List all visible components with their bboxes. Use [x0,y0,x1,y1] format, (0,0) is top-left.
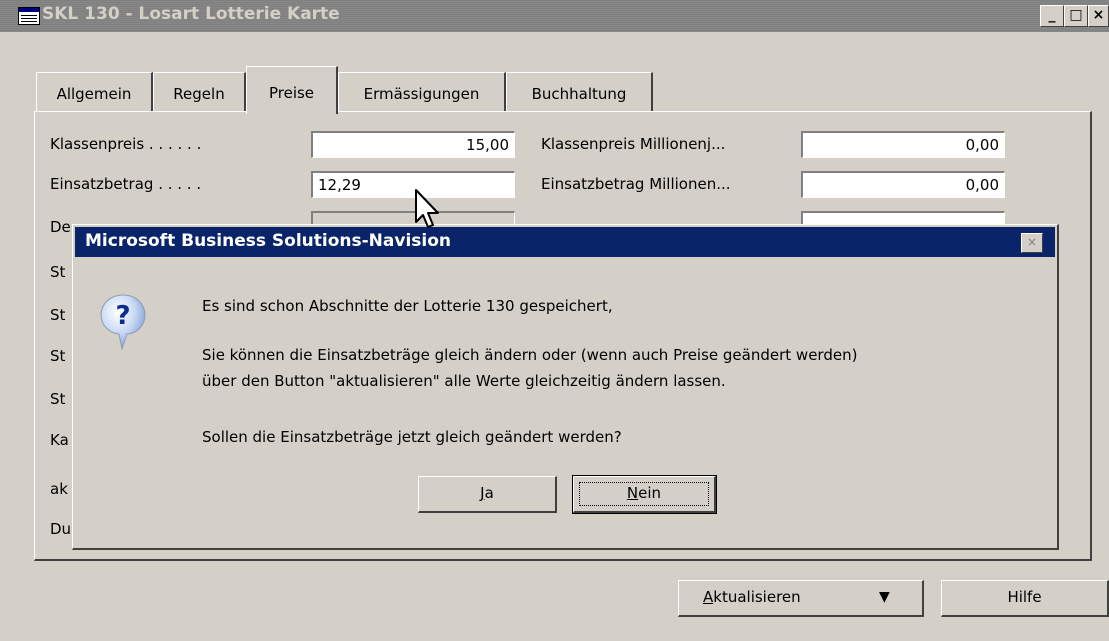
maximize-button[interactable]: □ [1064,5,1088,27]
aktualisieren-button[interactable]: Aktualisieren ▼ [678,580,924,617]
close-button[interactable]: × [1088,5,1109,27]
tab-buchhaltung[interactable]: Buchhaltung [506,72,653,112]
tab-regeln[interactable]: Regeln [153,72,246,112]
klassenpreis-field[interactable]: 15,00 [311,131,515,158]
hilfe-button[interactable]: Hilfe [941,580,1109,617]
yes-label: Ja [480,484,494,502]
close-icon: × [1026,235,1038,249]
dropdown-arrow-icon: ▼ [879,589,890,605]
dialog-message-line: Sie können die Einsatzbeträge gleich änd… [202,346,858,364]
minimize-icon: _ [1048,7,1056,23]
maximize-icon: □ [1069,7,1083,23]
table-icon [18,7,40,25]
dialog-title-bar[interactable]: Microsoft Business Solutions-Navision × [75,227,1055,257]
no-label: Nein [626,484,662,502]
window-title: SKL 130 - Losart Lotterie Karte [42,4,340,24]
field-label-klassenpreis: Klassenpreis . . . . . . [50,135,202,153]
field-label-partial: St [50,347,66,365]
einsatzbetrag-field[interactable]: 12,29 [311,171,515,198]
tab-label: Ermässigungen [363,85,480,103]
dialog-message-line: Es sind schon Abschnitte der Lotterie 13… [202,297,613,315]
tab-label: Regeln [173,85,225,103]
tab-allgemein[interactable]: Allgemein [36,72,153,112]
close-icon: × [1092,7,1105,23]
yes-button[interactable]: Ja [418,476,557,513]
field-label-einsatzbetrag-millionen: Einsatzbetrag Millionen... [541,175,731,193]
field-label-partial: ak [50,480,68,498]
tab-label: Buchhaltung [531,85,627,103]
aktualisieren-label: Aktualisieren [703,588,801,606]
field-label-partial: St [50,263,66,281]
field-label-partial: St [50,306,66,324]
field-label-partial: Du [50,520,72,538]
hilfe-label: Hilfe [1007,588,1042,606]
question-icon: ? [100,294,146,351]
field-label-einsatzbetrag: Einsatzbetrag . . . . . [50,175,202,193]
svg-text:?: ? [115,301,130,331]
message-dialog: Microsoft Business Solutions-Navision × … [72,224,1059,550]
minimize-button[interactable]: _ [1040,5,1064,27]
main-window: SKL 130 - Losart Lotterie Karte _ □ × Al… [0,0,1109,641]
dialog-close-button[interactable]: × [1021,233,1043,253]
field-label-partial: Ka [50,431,69,449]
dialog-question: Sollen die Einsatzbeträge jetzt gleich g… [202,428,622,446]
field-label-partial: St [50,390,66,408]
field-label-partial: De [50,218,71,236]
window-title-bar[interactable]: SKL 130 - Losart Lotterie Karte _ □ × [0,0,1109,32]
einsatzbetrag-millionen-field[interactable]: 0,00 [801,171,1005,198]
dialog-message-line: über den Button "aktualisieren" alle Wer… [202,372,726,390]
tab-label: Allgemein [56,85,132,103]
no-button[interactable]: Nein [572,475,717,514]
tab-ermaessigungen[interactable]: Ermässigungen [338,72,506,112]
tab-preise[interactable]: Preise [246,66,338,114]
mouse-cursor-icon [415,189,439,228]
klassenpreis-millionenjackpot-field[interactable]: 0,00 [801,131,1005,158]
field-label-klassenpreis-millionenjackpot: Klassenpreis Millionenj... [541,135,726,153]
tab-label: Preise [268,84,315,102]
dialog-title: Microsoft Business Solutions-Navision [85,231,452,251]
